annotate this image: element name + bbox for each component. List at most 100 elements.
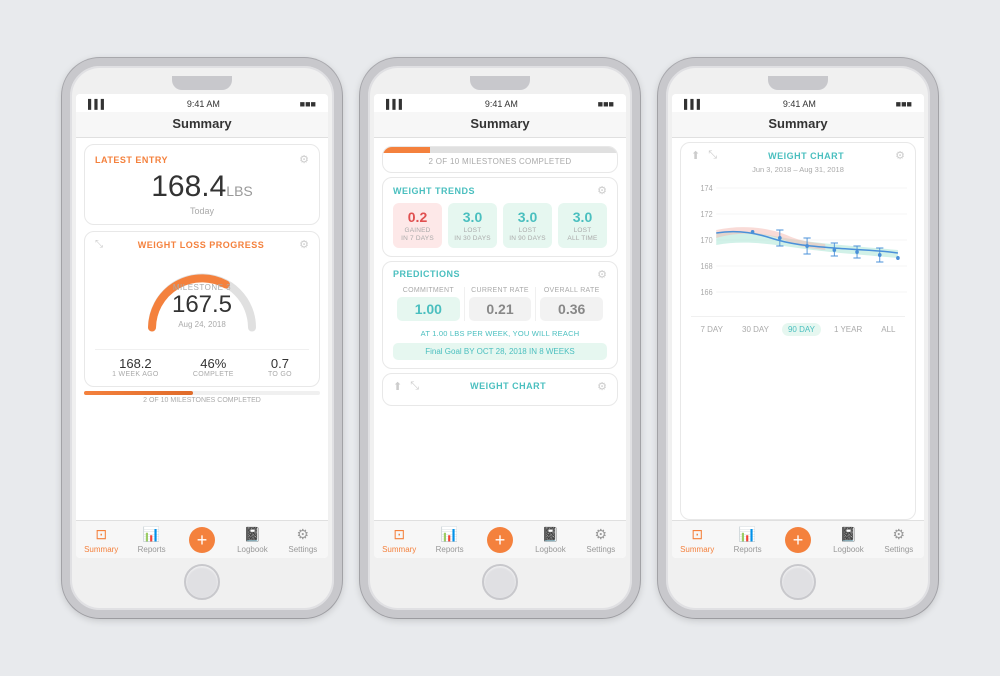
nav-title-2: Summary <box>470 116 529 131</box>
progress-card: ⤡ WEIGHT LOSS PROGRESS ⚙ MILE <box>84 231 320 387</box>
chart-icons-left-3: ⬆ ⤡ <box>691 149 717 162</box>
weight-chart-card-small: ⬆ ⤡ WEIGHT CHART ⚙ <box>382 373 618 406</box>
screen-1: ▌▌▌ 9:41 AM ■■■ Summary LATEST ENTRY ⚙ 1… <box>76 94 328 558</box>
tab-add-circle-1[interactable]: + <box>189 527 215 553</box>
pred-commitment: COMMITMENT 1.00 <box>393 287 465 321</box>
predictions-header: PREDICTIONS ⚙ <box>393 268 607 281</box>
chart-date-range: Jun 3, 2018 – Aug 31, 2018 <box>691 165 905 174</box>
tab-reports-3[interactable]: 📊 Reports <box>722 521 772 558</box>
tab-add-1[interactable]: + <box>177 521 227 558</box>
tab-logbook-label-1: Logbook <box>237 545 268 554</box>
screen-content-1: LATEST ENTRY ⚙ 168.4LBS Today ⤡ WEIGHT L… <box>76 138 328 520</box>
home-button-3[interactable] <box>780 564 816 600</box>
tab-summary-label-1: Summary <box>84 545 118 554</box>
chart-small-label: WEIGHT CHART <box>470 381 546 391</box>
trend-val-3: 3.0 <box>562 209 603 225</box>
chart-gear-icon-3[interactable]: ⚙ <box>895 149 905 162</box>
trend-30: 3.0 LOSTIN 30 DAYS <box>448 203 497 248</box>
tab-logbook-label-3: Logbook <box>833 545 864 554</box>
latest-entry-gear-icon[interactable]: ⚙ <box>299 153 309 166</box>
tab-add-circle-3[interactable]: + <box>785 527 811 553</box>
expand-icon-2[interactable]: ⤡ <box>410 380 419 393</box>
tab-logbook-3[interactable]: 📓 Logbook <box>823 521 873 558</box>
tab-bar-2: ⊡ Summary 📊 Reports + 📓 Logbook ⚙ Settin… <box>374 520 626 558</box>
predictions-gear-icon[interactable]: ⚙ <box>597 268 607 281</box>
nav-header-3: Summary <box>672 112 924 138</box>
tab-logbook-2[interactable]: 📓 Logbook <box>525 521 575 558</box>
tab-settings-icon-1: ⚙ <box>297 526 310 543</box>
tab-summary-icon-2: ⊡ <box>393 526 405 543</box>
tab-logbook-icon-1: 📓 <box>244 526 261 543</box>
tab-settings-1[interactable]: ⚙ Settings <box>278 521 328 558</box>
battery-1: ■■■ <box>300 99 316 109</box>
tab-settings-3[interactable]: ⚙ Settings <box>874 521 924 558</box>
time-1: 9:41 AM <box>187 99 220 109</box>
svg-text:174: 174 <box>701 184 714 193</box>
tab-add-circle-2[interactable]: + <box>487 527 513 553</box>
period-selector: 7 DAY 30 DAY 90 DAY 1 YEAR ALL <box>691 316 905 336</box>
trends-header: WEIGHT TRENDS ⚙ <box>393 184 607 197</box>
tab-settings-label-2: Settings <box>586 545 615 554</box>
period-all[interactable]: ALL <box>875 323 901 336</box>
screen-content-2: 2 OF 10 MILESTONES COMPLETED WEIGHT TREN… <box>374 138 626 520</box>
battery-2: ■■■ <box>598 99 614 109</box>
progress-gear-icon[interactable]: ⚙ <box>299 238 309 251</box>
tab-logbook-icon-2: 📓 <box>542 526 559 543</box>
tab-logbook-1[interactable]: 📓 Logbook <box>227 521 277 558</box>
stat-value-3: 0.7 <box>271 356 289 371</box>
home-button-1[interactable] <box>184 564 220 600</box>
tab-settings-2[interactable]: ⚙ Settings <box>576 521 626 558</box>
expand-icon-3[interactable]: ⤡ <box>708 149 717 162</box>
share-icon-3[interactable]: ⬆ <box>691 149 700 162</box>
stat-complete: 46% COMPLETE <box>193 356 234 378</box>
status-bar-1: ▌▌▌ 9:41 AM ■■■ <box>76 94 328 112</box>
latest-entry-header: LATEST ENTRY ⚙ <box>95 153 309 166</box>
goal-pill: Final Goal BY OCT 28, 2018 IN 8 WEEKS <box>393 343 607 360</box>
progress-bar-container <box>84 391 320 395</box>
tab-summary-label-3: Summary <box>680 545 714 554</box>
latest-entry-label: LATEST ENTRY <box>95 155 168 165</box>
tab-bar-3: ⊡ Summary 📊 Reports + 📓 Logbook ⚙ Settin… <box>672 520 924 558</box>
phone-1: ▌▌▌ 9:41 AM ■■■ Summary LATEST ENTRY ⚙ 1… <box>62 58 342 618</box>
svg-text:168: 168 <box>701 262 713 271</box>
predictions-grid: COMMITMENT 1.00 CURRENT RATE 0.21 OVERAL… <box>393 287 607 321</box>
phones-container: ▌▌▌ 9:41 AM ■■■ Summary LATEST ENTRY ⚙ 1… <box>62 58 938 618</box>
latest-entry-date: Today <box>95 206 309 216</box>
predictions-card: PREDICTIONS ⚙ COMMITMENT 1.00 CURRENT RA… <box>382 261 618 369</box>
expand-icon[interactable]: ⤡ <box>95 239 103 250</box>
stat-value-1: 168.2 <box>119 356 152 371</box>
period-30day[interactable]: 30 DAY <box>736 323 775 336</box>
pred-current-rate-value: 0.21 <box>469 297 532 321</box>
tab-bar-1: ⊡ Summary 📊 Reports + 📓 Logbook ⚙ Settin… <box>76 520 328 558</box>
trend-desc-0: GAINEDIN 7 DAYS <box>397 227 438 244</box>
progress-label: WEIGHT LOSS PROGRESS <box>138 240 265 250</box>
chart-small-header: ⬆ ⤡ WEIGHT CHART ⚙ <box>393 380 607 393</box>
tab-summary-1[interactable]: ⊡ Summary <box>76 521 126 558</box>
tab-settings-icon-3: ⚙ <box>893 526 906 543</box>
phone-2: ▌▌▌ 9:41 AM ■■■ Summary 2 OF 10 MILESTON… <box>360 58 640 618</box>
gauge-svg <box>137 260 267 340</box>
milestones-label: 2 OF 10 MILESTONES COMPLETED <box>76 397 328 404</box>
svg-text:170: 170 <box>701 236 713 245</box>
chart-small-gear-icon[interactable]: ⚙ <box>597 380 607 393</box>
stat-week-ago: 168.2 1 WEEK AGO <box>112 356 159 378</box>
tab-add-3[interactable]: + <box>773 521 823 558</box>
pred-overall-rate-label: OVERALL RATE <box>540 287 603 294</box>
chart-svg: 174 172 170 168 166 <box>689 178 907 308</box>
trend-all: 3.0 LOSTALL TIME <box>558 203 607 248</box>
trend-desc-3: LOSTALL TIME <box>562 227 603 244</box>
tab-add-2[interactable]: + <box>475 521 525 558</box>
period-7day[interactable]: 7 DAY <box>694 323 729 336</box>
period-1year[interactable]: 1 YEAR <box>828 323 868 336</box>
share-icon-2[interactable]: ⬆ <box>393 380 402 393</box>
chart-title-row: ⬆ ⤡ WEIGHT CHART ⚙ <box>691 149 905 162</box>
trends-gear-icon[interactable]: ⚙ <box>597 184 607 197</box>
tab-reports-1[interactable]: 📊 Reports <box>126 521 176 558</box>
tab-reports-2[interactable]: 📊 Reports <box>424 521 474 558</box>
tab-summary-2[interactable]: ⊡ Summary <box>374 521 424 558</box>
home-button-2[interactable] <box>482 564 518 600</box>
period-90day[interactable]: 90 DAY <box>782 323 821 336</box>
pred-current-rate: CURRENT RATE 0.21 <box>465 287 537 321</box>
tab-summary-3[interactable]: ⊡ Summary <box>672 521 722 558</box>
tab-reports-icon-3: 📊 <box>739 526 756 543</box>
